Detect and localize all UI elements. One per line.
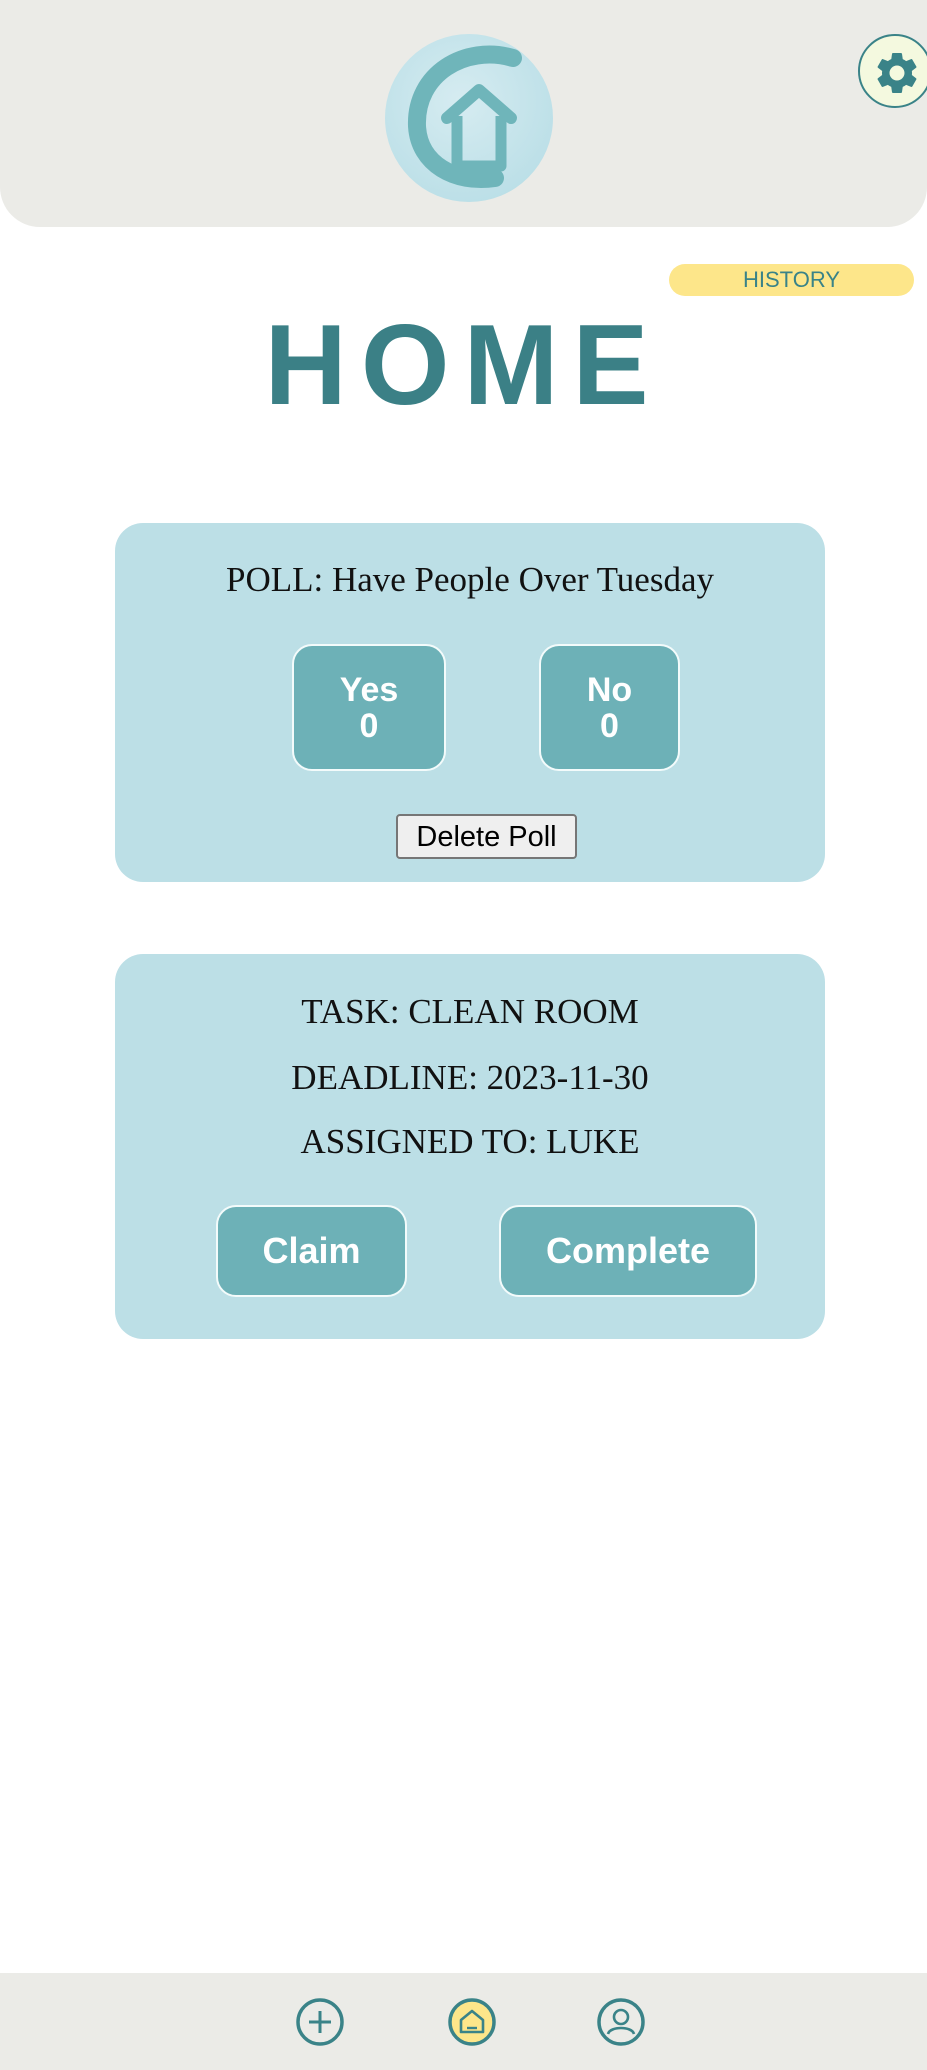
poll-card: POLL: Have People Over Tuesday Yes 0 No …	[115, 523, 825, 882]
gear-icon	[877, 52, 917, 93]
history-button[interactable]: HISTORY	[669, 264, 914, 296]
bottom-nav	[0, 1973, 927, 2070]
poll-title: POLL: Have People Over Tuesday	[225, 560, 714, 599]
vote-yes-button[interactable]: Yes 0	[292, 644, 446, 771]
plus-circle-icon	[296, 1998, 344, 2046]
nav-profile-button[interactable]	[596, 1997, 646, 2047]
page-title: HOME	[264, 302, 663, 429]
claim-button[interactable]: Claim	[216, 1205, 407, 1297]
vote-yes-label: Yes	[339, 670, 399, 709]
vote-no-button[interactable]: No 0	[539, 644, 680, 771]
vote-no-count: 0	[600, 706, 619, 745]
complete-button[interactable]: Complete	[499, 1205, 757, 1297]
home-icon	[448, 1998, 496, 2046]
app-logo	[385, 34, 553, 202]
house-logo-icon	[408, 45, 522, 188]
app-header	[0, 0, 927, 227]
task-card: TASK: CLEAN ROOM DEADLINE: 2023-11-30 AS…	[115, 954, 825, 1339]
task-name: TASK: CLEAN ROOM	[301, 992, 639, 1031]
vote-no-label: No	[586, 670, 633, 709]
user-icon	[597, 1998, 645, 2046]
task-assignee: ASSIGNED TO: LUKE	[300, 1122, 640, 1161]
settings-button[interactable]	[858, 34, 927, 108]
delete-poll-button[interactable]: Delete Poll	[396, 814, 577, 859]
task-deadline: DEADLINE: 2023-11-30	[291, 1058, 649, 1097]
nav-home-button[interactable]	[447, 1997, 497, 2047]
nav-add-button[interactable]	[295, 1997, 345, 2047]
vote-yes-count: 0	[359, 706, 379, 745]
